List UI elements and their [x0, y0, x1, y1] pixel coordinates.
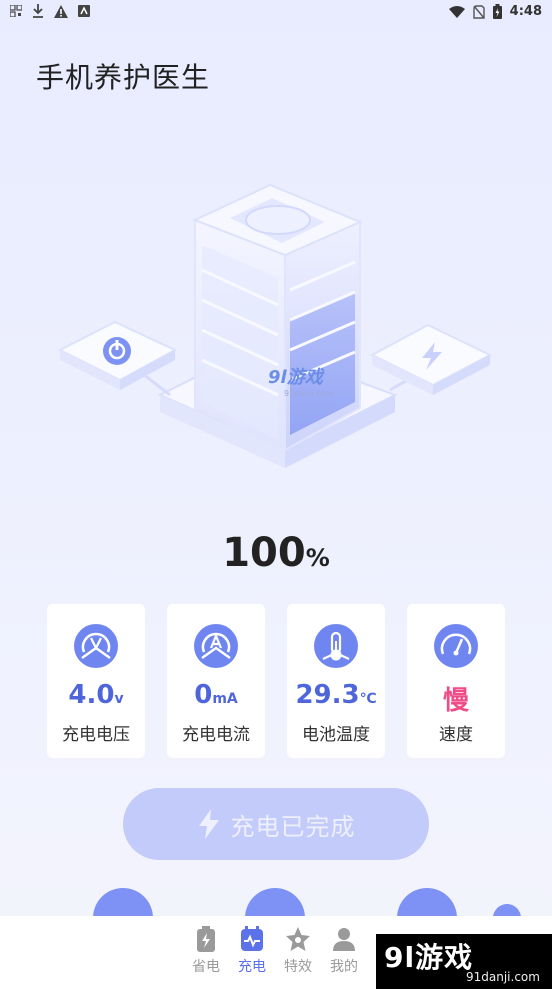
current-label: 充电电流 — [182, 725, 250, 745]
speed-text: 慢 — [442, 686, 469, 716]
speed-value: 慢 — [407, 680, 505, 717]
current-icon — [194, 624, 238, 668]
temperature-number: 29.3 — [295, 680, 360, 710]
tab-charging[interactable]: 充电 — [230, 926, 274, 984]
no-sim-icon — [472, 4, 485, 19]
download-icon — [33, 4, 43, 18]
voltage-value: 4.0v — [47, 680, 145, 710]
tab-charging-label: 充电 — [238, 959, 266, 975]
voltage-label: 充电电压 — [62, 725, 130, 745]
status-left — [10, 4, 90, 18]
warning-icon — [54, 4, 68, 18]
status-right: 4:48 — [448, 4, 542, 19]
battery-percent-value: 100 — [222, 530, 306, 576]
qr-icon — [10, 5, 22, 17]
tab-profile[interactable]: 我的 — [322, 926, 366, 984]
charge-complete-label: 充电已完成 — [230, 812, 356, 841]
speedometer-icon — [434, 624, 478, 668]
temperature-unit: ℃ — [359, 691, 377, 707]
tab-effects-label: 特效 — [284, 959, 312, 975]
battery-tower-illustration — [57, 183, 493, 468]
lightning-icon — [198, 809, 219, 839]
star-icon — [286, 927, 310, 951]
app-icon — [78, 5, 90, 17]
illustration-watermark-sub: 91danji.com — [284, 389, 334, 398]
thermometer-icon — [314, 624, 358, 668]
speed-label: 速度 — [439, 725, 473, 745]
wifi-icon — [448, 5, 465, 18]
current-value: 0mA — [167, 680, 265, 710]
voltage-card: 4.0v 充电电压 — [47, 604, 145, 758]
battery-saver-icon — [197, 926, 215, 952]
profile-icon — [333, 928, 355, 951]
watermark-badge: 9l游戏 91danji.com — [376, 934, 552, 989]
tab-effects[interactable]: 特效 — [276, 926, 320, 984]
stats-cards: 4.0v 充电电压 0mA 充电电流 29.3℃ 电池温度 慢 速度 — [47, 604, 505, 758]
voltage-number: 4.0 — [68, 680, 115, 710]
illustration-watermark-text: 9l游戏 — [268, 367, 323, 388]
current-card: 0mA 充电电流 — [167, 604, 265, 758]
current-number: 0 — [194, 680, 213, 710]
voltage-unit: v — [114, 691, 124, 707]
current-unit: mA — [212, 691, 238, 707]
status-time: 4:48 — [509, 4, 542, 19]
tab-battery-saver-label: 省电 — [192, 959, 220, 975]
status-bar: 4:48 — [0, 0, 552, 26]
speed-card: 慢 速度 — [407, 604, 505, 758]
temperature-card: 29.3℃ 电池温度 — [287, 604, 385, 758]
charge-complete-button[interactable]: 充电已完成 — [123, 788, 429, 860]
watermark-sub: 91danji.com — [466, 970, 540, 984]
battery-percent-unit: % — [305, 544, 330, 572]
tab-profile-label: 我的 — [330, 959, 358, 975]
illustration-watermark: 9l游戏 91danji.com — [268, 363, 333, 398]
temperature-value: 29.3℃ — [287, 680, 385, 710]
charging-icon — [241, 926, 263, 951]
tab-battery-saver[interactable]: 省电 — [184, 926, 228, 984]
battery-icon — [492, 4, 502, 19]
battery-percent: 100% — [0, 530, 552, 576]
watermark-text: 9l游戏 — [384, 941, 474, 974]
page-title: 手机养护医生 — [36, 61, 211, 94]
temperature-label: 电池温度 — [302, 725, 370, 745]
voltage-icon — [74, 624, 118, 668]
